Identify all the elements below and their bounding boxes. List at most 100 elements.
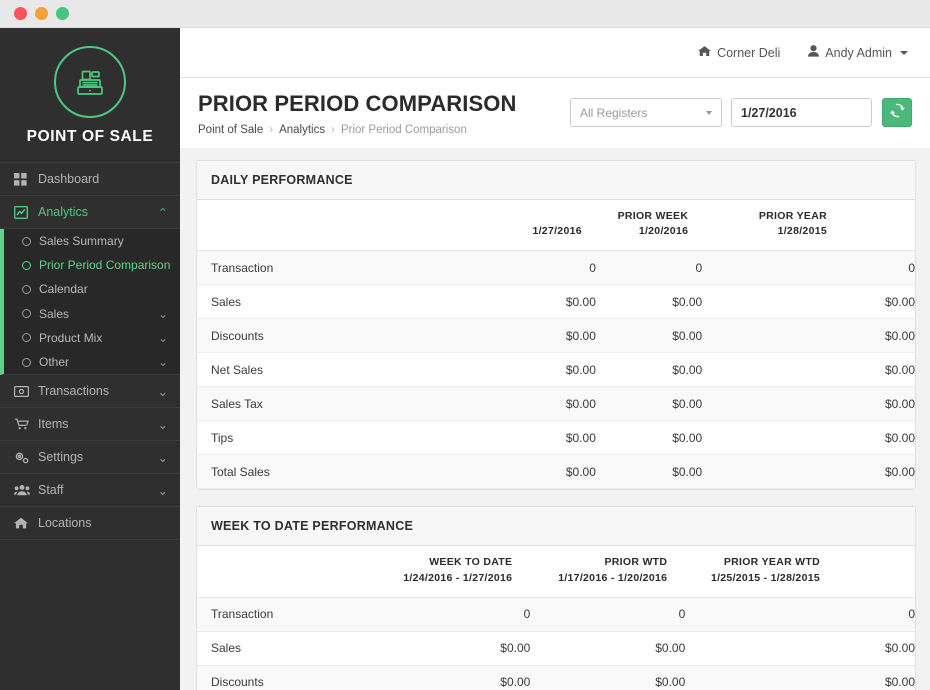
brand-block[interactable]: POINT OF SALE [0,28,180,163]
table-row: Discounts $0.00 $0.00 $0.00 [197,318,915,354]
cell-current: $0.00 [425,454,596,490]
cell-week-to-date: 0 [367,597,531,632]
submenu-item-label: Product Mix [39,330,103,345]
table-row: Tips $0.00 $0.00 $0.00 [197,420,915,456]
panel-title: WEEK TO DATE PERFORMANCE [197,507,915,547]
submenu-item-label: Prior Period Comparison [39,258,171,273]
table-row: Transaction 0 0 0 [197,250,915,286]
register-select-value: All Registers [580,105,648,120]
column-title: PRIOR WEEK [617,209,689,222]
main-content: Corner Deli Andy Admin PRIOR PERIOD COMP… [180,28,930,690]
row-label: Tips [197,420,426,456]
daily-performance-panel: DAILY PERFORMANCE 1/27/2016 PRIOR WEEK 1… [196,159,916,491]
column-date: 1/25/2015 - 1/28/2015 [710,571,820,584]
sidebar-item-dashboard[interactable]: Dashboard [0,163,180,196]
cell-prior-week: $0.00 [595,454,703,490]
cell-prior-week: $0.00 [595,420,703,456]
breadcrumb-separator: › [269,123,274,136]
column-date: 1/27/2016 [532,225,582,238]
submenu-item-other[interactable]: Other ⌄ [4,350,180,374]
sidebar-item-label: Transactions [38,384,110,399]
column-title: PRIOR YEAR WTD [723,556,820,569]
radio-icon [22,309,31,319]
sidebar-item-transactions[interactable]: Transactions ⌄ [0,375,180,409]
home-icon [14,517,31,529]
sidebar-item-items[interactable]: Items ⌄ [0,408,180,442]
cell-prior-week: $0.00 [595,386,703,422]
sidebar-item-label: Settings [38,450,84,465]
sidebar-item-locations[interactable]: Locations [0,507,180,541]
table-header: WEEK TO DATE 1/24/2016 - 1/27/2016 PRIOR… [197,546,915,598]
radio-icon [22,284,31,294]
user-menu[interactable]: Andy Admin [808,45,908,60]
cell-prior-year-wtd: $0.00 [685,631,915,666]
submenu-item-product-mix[interactable]: Product Mix ⌄ [4,326,180,350]
cell-current: $0.00 [425,318,596,354]
cell-prior-wtd: 0 [530,597,686,632]
register-select[interactable]: All Registers [570,98,722,127]
column-header-week-to-date: WEEK TO DATE 1/24/2016 - 1/27/2016 [367,546,531,598]
sidebar: POINT OF SALE Dashboard Analytics ⌃ Sale… [0,28,180,690]
chevron-down-icon: ⌄ [157,384,168,399]
cell-prior-week: 0 [595,250,703,286]
column-header-current: 1/27/2016 [425,199,596,252]
minimize-button[interactable] [35,7,48,20]
chevron-down-icon: ⌄ [157,483,168,498]
cell-prior-week: $0.00 [595,284,703,320]
money-bill-icon [14,385,31,397]
sidebar-item-label: Dashboard [38,172,100,186]
submenu-item-prior-period-comparison[interactable]: Prior Period Comparison [4,253,180,277]
radio-icon [22,333,31,343]
breadcrumb-root[interactable]: Point of Sale [198,124,263,136]
table-row: Sales $0.00 $0.00 $0.00 [197,284,915,320]
table-body: Transaction 0 0 0 Sales $0.00 $0.00 $0.0… [197,597,915,690]
table-row: Discounts $0.00 $0.00 $0.00 [197,665,915,690]
refresh-button[interactable] [882,98,912,127]
cell-prior-year: $0.00 [702,318,915,354]
chevron-down-icon: ⌄ [157,417,168,432]
breadcrumb-section[interactable]: Analytics [279,124,325,136]
chevron-down-icon: ⌄ [157,330,168,345]
column-date: 1/28/2015 [777,225,827,238]
cell-current: 0 [425,250,596,286]
column-header-metric [197,199,426,252]
sidebar-item-staff[interactable]: Staff ⌄ [0,474,180,508]
row-label: Transaction [197,250,426,286]
sidebar-item-settings[interactable]: Settings ⌄ [0,441,180,475]
column-date: 1/24/2016 - 1/27/2016 [403,571,513,584]
refresh-icon [889,103,905,123]
sidebar-item-analytics[interactable]: Analytics ⌃ [0,196,180,229]
column-title: WEEK TO DATE [429,556,513,569]
column-header-prior-wtd: PRIOR WTD 1/17/2016 - 1/20/2016 [530,546,686,598]
page-header: PRIOR PERIOD COMPARISON Point of Sale › … [180,78,930,148]
submenu-item-calendar[interactable]: Calendar [4,277,180,301]
week-to-date-performance-panel: WEEK TO DATE PERFORMANCE WEEK TO DATE 1/… [196,506,916,690]
chevron-down-icon: ⌄ [157,355,168,370]
close-button[interactable] [14,7,27,20]
breadcrumb-separator: › [331,123,335,136]
row-label: Discounts [197,318,426,354]
location-switcher[interactable]: Corner Deli [698,45,780,60]
column-header-metric [197,546,368,598]
submenu-item-sales-summary[interactable]: Sales Summary [4,229,180,253]
topbar: Corner Deli Andy Admin [180,28,930,78]
column-date: 1/20/2016 [638,225,689,238]
column-title: PRIOR YEAR [758,209,827,222]
user-name: Andy Admin [825,45,892,60]
radio-icon [22,357,31,367]
sidebar-item-label: Locations [38,516,92,531]
zoom-button[interactable] [56,7,69,20]
chevron-up-icon: ⌃ [157,205,168,220]
submenu-item-sales[interactable]: Sales ⌄ [4,302,180,326]
date-input[interactable]: 1/27/2016 [731,98,872,127]
app-shell: POINT OF SALE Dashboard Analytics ⌃ Sale… [0,28,930,690]
cell-prior-week: $0.00 [595,318,703,354]
radio-icon [22,236,31,246]
filter-bar: All Registers 1/27/2016 [570,92,912,127]
cell-current: $0.00 [425,420,596,456]
column-date: 1/17/2016 - 1/20/2016 [558,571,668,584]
cell-current: $0.00 [425,352,596,388]
row-label: Discounts [197,665,368,690]
row-label: Sales [197,284,426,320]
radio-icon [22,260,31,270]
